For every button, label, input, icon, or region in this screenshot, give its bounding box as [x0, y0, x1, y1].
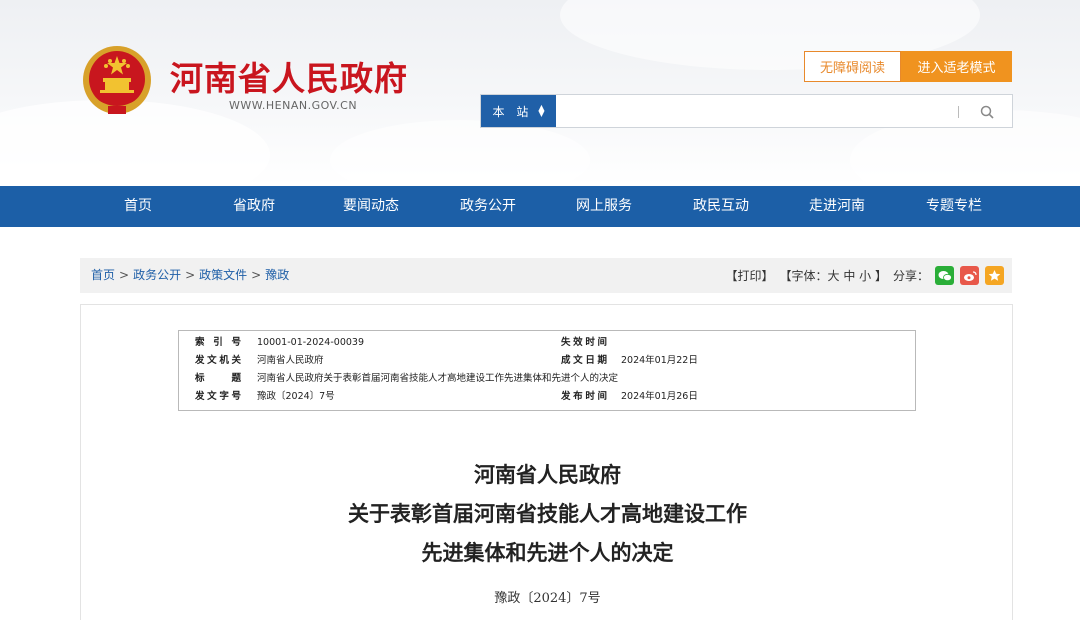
meta-title: 河南省人民政府关于表彰首届河南省技能人才高地建设工作先进集体和先进个人的决定: [257, 373, 619, 384]
weibo-icon[interactable]: [960, 266, 979, 285]
breadcrumb-yuzheng[interactable]: 豫政: [265, 268, 289, 282]
meta-label: 索 引 号: [195, 337, 241, 348]
accessible-reading-button[interactable]: 无障碍阅读: [804, 51, 901, 82]
main-nav: 首页 省政府 要闻动态 政务公开 网上服务 政民互动 走进河南 专题专栏: [0, 186, 1080, 227]
breadcrumb-bar: 首页 > 政务公开 > 政策文件 > 豫政 【打印】 【字体：大 中 小 】 分享：: [80, 258, 1012, 293]
elder-mode-button[interactable]: 进入适老模式: [901, 51, 1012, 82]
meta-label: 发布时间: [561, 391, 607, 402]
document-title-line-3: 先进集体和先进个人的决定: [421, 540, 674, 565]
nav-item-government[interactable]: 省政府: [233, 186, 275, 227]
meta-row: 标 题 河南省人民政府关于表彰首届河南省技能人才高地建设工作先进集体和先进个人的…: [179, 370, 915, 387]
share-label: 分享：: [892, 269, 929, 283]
document-number: 豫政〔2024〕7号: [494, 591, 601, 606]
meta-label: 标 题: [195, 373, 241, 384]
nav-item-news[interactable]: 要闻动态: [343, 186, 399, 227]
breadcrumb-disclosure[interactable]: 政务公开: [133, 268, 181, 282]
national-emblem-icon[interactable]: [80, 44, 154, 120]
search-scope-select[interactable]: 本 站 ▲ ▼: [481, 95, 556, 127]
breadcrumb-home[interactable]: 首页: [91, 268, 115, 282]
document-meta-table: 索 引 号 10001-01-2024-00039 失效时间 发文机关 河南省人…: [178, 330, 916, 411]
meta-doc-no: 豫政〔2024〕7号: [257, 391, 335, 402]
meta-row: 发文字号 豫政〔2024〕7号 发布时间 2024年01月26日: [179, 388, 915, 405]
breadcrumb-policy[interactable]: 政策文件: [199, 268, 247, 282]
meta-label: 成文日期: [561, 355, 607, 366]
meta-row: 索 引 号 10001-01-2024-00039 失效时间: [179, 334, 915, 351]
meta-label: 失效时间: [561, 337, 607, 348]
nav-item-disclosure[interactable]: 政务公开: [460, 186, 516, 227]
nav-item-topics[interactable]: 专题专栏: [926, 186, 982, 227]
meta-label: 发文字号: [195, 391, 241, 402]
font-size-controls[interactable]: 【字体：大 中 小 】: [780, 267, 887, 284]
meta-index-no: 10001-01-2024-00039: [257, 337, 364, 348]
document-title-line-1: 河南省人民政府: [474, 462, 621, 487]
search-divider: [958, 106, 959, 118]
site-domain: WWW.HENAN.GOV.CN: [229, 99, 358, 112]
document-title-line-2: 关于表彰首届河南省技能人才高地建设工作: [348, 501, 747, 526]
updown-arrows-icon: ▲ ▼: [538, 103, 545, 118]
site-header: 河南省人民政府 WWW.HENAN.GOV.CN 无障碍阅读 进入适老模式 本 …: [0, 0, 1080, 186]
meta-row: 发文机关 河南省人民政府 成文日期 2024年01月22日: [179, 352, 915, 369]
nav-item-interaction[interactable]: 政民互动: [693, 186, 749, 227]
meta-created: 2024年01月22日: [621, 355, 698, 366]
meta-label: 发文机关: [195, 355, 241, 366]
breadcrumb-separator: >: [251, 268, 262, 282]
breadcrumb: 首页 > 政务公开 > 政策文件 > 豫政: [91, 258, 289, 293]
site-title[interactable]: 河南省人民政府: [170, 52, 408, 100]
breadcrumb-separator: >: [119, 268, 130, 282]
nav-item-about-henan[interactable]: 走进河南: [809, 186, 865, 227]
search-input[interactable]: [561, 99, 951, 123]
page-tools: 【打印】 【字体：大 中 小 】 分享：: [726, 258, 1004, 293]
search-icon[interactable]: [975, 101, 999, 123]
nav-item-home[interactable]: 首页: [124, 186, 152, 227]
search-scope-label: 本 站: [492, 104, 533, 119]
breadcrumb-separator: >: [185, 268, 196, 282]
print-button[interactable]: 【打印】: [726, 267, 774, 284]
favorite-icon[interactable]: [985, 266, 1004, 285]
search-box: 本 站 ▲ ▼: [480, 94, 1013, 128]
meta-published: 2024年01月26日: [621, 391, 698, 402]
nav-item-services[interactable]: 网上服务: [576, 186, 632, 227]
meta-issuer: 河南省人民政府: [257, 355, 324, 366]
article-panel: 索 引 号 10001-01-2024-00039 失效时间 发文机关 河南省人…: [80, 304, 1013, 620]
wechat-icon[interactable]: [935, 266, 954, 285]
